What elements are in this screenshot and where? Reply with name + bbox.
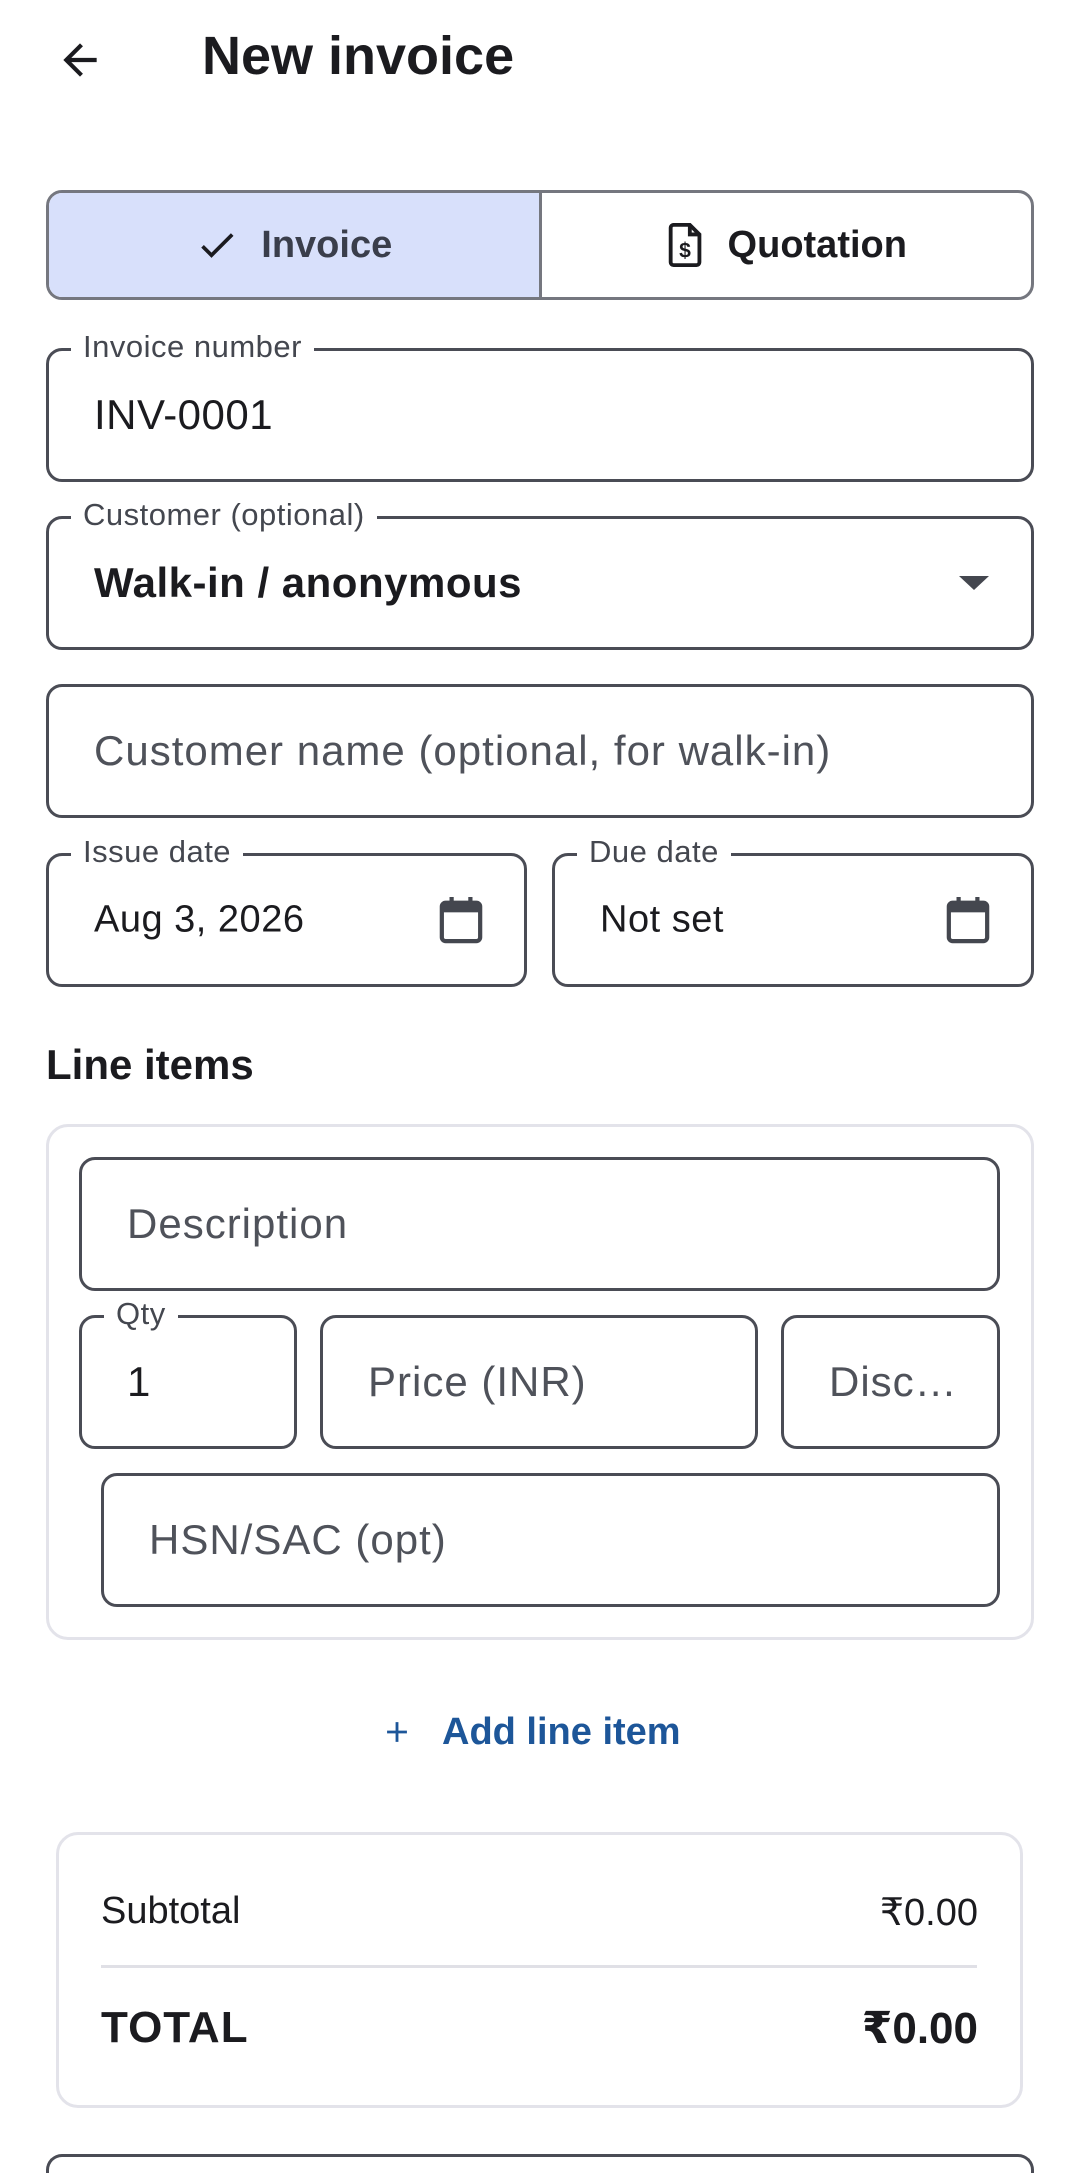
qty-input[interactable]: Qty 1 <box>79 1296 297 1449</box>
arrow-back-icon <box>55 35 105 85</box>
document-dollar-icon: $ <box>666 222 706 268</box>
add-line-item-button[interactable]: Add line item <box>380 1700 681 1764</box>
customer-dropdown[interactable]: Customer (optional) Walk-in / anonymous <box>46 497 1034 650</box>
description-input[interactable]: Description <box>79 1157 1000 1291</box>
due-date-label: Due date <box>577 834 731 870</box>
total-value: ₹0.00 <box>861 2004 978 2053</box>
subtotal-value: ₹0.00 <box>879 1892 978 1934</box>
invoice-number-field[interactable]: Invoice number INV-0001 <box>46 329 1034 482</box>
invoice-segment-label: Invoice <box>261 223 393 266</box>
customer-label: Customer (optional) <box>71 497 377 533</box>
plus-icon <box>380 1715 414 1749</box>
totals-card <box>56 1832 1023 2108</box>
doc-type-toggle: Invoice $ Quotation <box>46 190 1034 300</box>
hsn-sac-placeholder: HSN/SAC (opt) <box>149 1516 447 1563</box>
total-label: TOTAL <box>101 2003 249 2052</box>
invoice-number-value: INV-0001 <box>94 391 274 438</box>
back-button[interactable] <box>40 20 120 100</box>
due-date-value: Not set <box>600 898 724 941</box>
discount-placeholder: Disc… <box>829 1358 958 1405</box>
price-input[interactable]: Price (INR) <box>320 1315 758 1449</box>
customer-value: Walk-in / anonymous <box>94 559 522 606</box>
subtotal-label: Subtotal <box>101 1890 241 1932</box>
qty-label: Qty <box>104 1296 178 1332</box>
page-title: New invoice <box>202 26 515 86</box>
invoice-segment[interactable]: Invoice <box>49 193 542 297</box>
calendar-icon[interactable] <box>438 895 484 945</box>
due-date-field[interactable]: Due date Not set <box>552 834 1034 987</box>
customer-name-placeholder: Customer name (optional, for walk-in) <box>94 727 832 774</box>
check-icon <box>195 223 239 267</box>
discount-input[interactable]: Disc… <box>781 1315 1000 1449</box>
issue-date-value: Aug 3, 2026 <box>94 898 305 941</box>
issue-date-field[interactable]: Issue date Aug 3, 2026 <box>46 834 527 987</box>
invoice-number-label: Invoice number <box>71 329 314 365</box>
price-placeholder: Price (INR) <box>368 1358 587 1405</box>
quotation-segment-label: Quotation <box>727 223 907 266</box>
svg-text:$: $ <box>679 239 691 262</box>
customer-name-input[interactable]: Customer name (optional, for walk-in) <box>46 684 1034 818</box>
totals-divider <box>101 1965 977 1968</box>
calendar-icon[interactable] <box>945 895 991 945</box>
line-items-heading: Line items <box>46 1041 254 1088</box>
qty-value: 1 <box>127 1358 151 1405</box>
quotation-segment[interactable]: $ Quotation <box>542 193 1032 297</box>
add-line-item-label: Add line item <box>442 1710 681 1753</box>
description-placeholder: Description <box>127 1200 349 1247</box>
issue-date-label: Issue date <box>71 834 244 870</box>
hsn-sac-input[interactable]: HSN/SAC (opt) <box>101 1473 1000 1607</box>
notes-field-partial[interactable] <box>46 2154 1034 2173</box>
dropdown-arrow-icon <box>957 574 991 592</box>
